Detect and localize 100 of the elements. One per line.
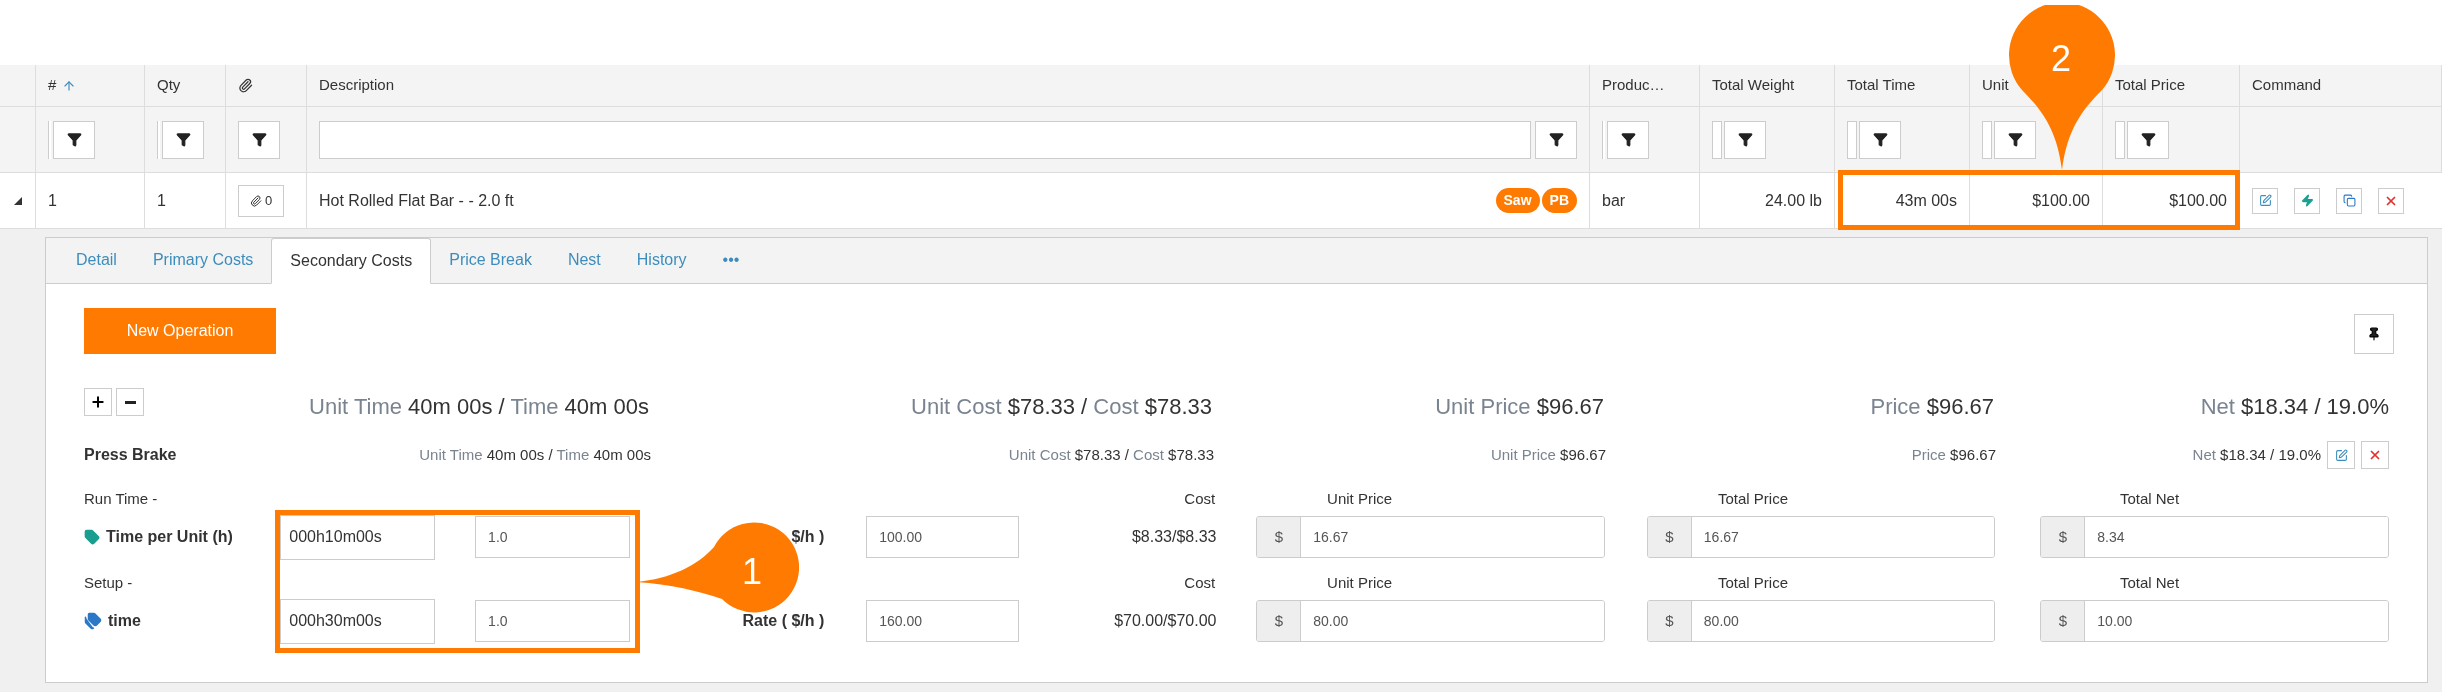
lightning-button[interactable] [2294, 187, 2320, 214]
price-field[interactable]: $ 80.00 [1646, 600, 1996, 642]
column-header[interactable]: Description [319, 74, 395, 97]
cost-value: $8.33/$8.33 [1130, 527, 1217, 547]
cost-value: $70.00/$70.00 [1113, 611, 1217, 631]
summary-text: Unit Price $96.67 [1434, 392, 1604, 421]
filter-icon [1620, 132, 1636, 147]
price-field[interactable]: $ 80.00 [1256, 600, 1605, 642]
pin-icon [2367, 327, 2381, 341]
filter-icon [1548, 132, 1564, 147]
column-header[interactable]: # [48, 74, 77, 97]
summary-text: Price $96.67 [1869, 392, 1994, 421]
description-cell-text: Hot Rolled Flat Bar - - 2.0 ft [319, 190, 514, 211]
operation-name: Press Brake [84, 445, 178, 465]
edit-icon [2258, 194, 2272, 207]
collapse-all-button[interactable] [116, 388, 144, 416]
row-number: 1 [48, 190, 57, 211]
filter-button[interactable] [1724, 120, 1766, 159]
price-field[interactable]: $ 8.34 [2040, 516, 2389, 558]
process-tag: PB [1541, 188, 1577, 213]
cost-name: time [108, 611, 141, 631]
copy-icon [2342, 194, 2356, 207]
quantity-cell-text: 1 [157, 190, 166, 211]
time-field[interactable]: 000h30m00s [280, 598, 436, 644]
close-icon [2368, 448, 2382, 462]
total-net-label: Total Net [2118, 572, 2181, 593]
tags-icon [84, 612, 102, 630]
edit-button[interactable] [2327, 441, 2355, 469]
summary-text: Unit Time 40m 00s / Time 40m 00s [418, 444, 651, 465]
time-field[interactable]: 000h10m00s [280, 514, 436, 560]
pin-button[interactable] [2354, 314, 2394, 354]
copy-button[interactable] [2336, 187, 2362, 214]
summary-text: Unit Time 40m 00s / Time 40m 00s [308, 392, 649, 421]
filter-icon [2140, 132, 2156, 147]
attachments-button[interactable]: 0 [238, 184, 284, 217]
column-header[interactable]: Command [2252, 74, 2322, 97]
price-field[interactable]: $ 16.67 [1256, 516, 1605, 558]
weight-cell-text: 24.00 lb [1765, 190, 1822, 211]
filter-field[interactable] [157, 120, 160, 159]
total-price-cell-text: $100.00 [2169, 190, 2227, 211]
minus-icon [124, 400, 136, 404]
filter-field[interactable] [319, 120, 1531, 159]
cost-name: Time per Unit (h) [106, 527, 233, 547]
column-header[interactable]: Total Price [2115, 74, 2186, 97]
filter-icon [2007, 132, 2023, 147]
collapse-icon[interactable] [13, 196, 22, 205]
summary-text: Price $96.67 [1910, 444, 1996, 465]
summary-text: Unit Cost $78.33 / Cost $78.33 [1007, 444, 1214, 465]
filter-field[interactable] [2115, 120, 2125, 159]
column-header[interactable]: Produc… [1602, 74, 1665, 97]
rate-field[interactable]: 100.00 [866, 516, 1020, 558]
total-price-label: Total Price [1717, 572, 1789, 593]
edit-button[interactable] [2252, 187, 2278, 214]
tab[interactable]: Secondary Costs [271, 238, 432, 284]
filter-field[interactable] [1847, 120, 1857, 159]
product-cell-text: bar [1602, 190, 1626, 211]
column-header[interactable]: Unit [1982, 74, 2009, 97]
delete-button[interactable] [2378, 187, 2404, 214]
edit-icon [2334, 448, 2348, 462]
unit-price-label: Unit Price [1326, 572, 1394, 593]
callout-number: 1 [742, 550, 763, 594]
unit-price-cell-text: $100.00 [2032, 190, 2090, 211]
quantity-field[interactable]: 1.0 [475, 516, 631, 558]
filter-button[interactable] [1535, 120, 1577, 159]
summary-text: Unit Price $96.67 [1489, 444, 1606, 465]
filter-field[interactable] [1712, 120, 1722, 159]
filter-field[interactable] [48, 120, 51, 159]
summary-text: Net $18.34 / 19.0% [2191, 444, 2321, 465]
delete-button[interactable] [2361, 441, 2389, 469]
rate-field[interactable]: 160.00 [866, 600, 1020, 642]
sort-icon [62, 78, 77, 93]
filter-field[interactable] [1982, 120, 1992, 159]
quantity-field[interactable]: 1.0 [475, 600, 631, 642]
summary-text: Net $18.34 / 19.0% [2199, 392, 2389, 421]
section-label: Setup - [84, 572, 134, 593]
column-header[interactable]: Total Weight [1712, 74, 1795, 97]
filter-field[interactable] [1602, 120, 1605, 159]
lightning-icon [2300, 194, 2314, 207]
total-net-label: Total Net [2118, 488, 2181, 509]
filter-button[interactable] [1607, 120, 1649, 159]
price-field[interactable]: $ 16.67 [1646, 516, 1996, 558]
filter-icon [1872, 132, 1888, 147]
filter-button[interactable] [238, 120, 280, 159]
column-header[interactable]: Qty [157, 74, 181, 97]
rate-label: Rate ( $/h ) [741, 611, 825, 631]
column-header[interactable]: Total Time [1847, 74, 1916, 97]
tag-icon [84, 529, 100, 545]
expand-all-button[interactable] [84, 388, 112, 416]
filter-button[interactable] [162, 120, 204, 159]
time-cell-text: 43m 00s [1895, 190, 1957, 211]
total-price-label: Total Price [1717, 488, 1789, 509]
filter-icon [251, 132, 267, 147]
price-field[interactable]: $ 10.00 [2040, 600, 2389, 642]
filter-button[interactable] [2127, 120, 2169, 159]
filter-button[interactable] [1859, 120, 1901, 159]
column-header[interactable] [238, 78, 253, 93]
filter-button[interactable] [53, 120, 95, 159]
unit-price-label: Unit Price [1326, 488, 1394, 509]
filter-button[interactable] [1994, 120, 2036, 159]
section-label: Run Time - [84, 488, 159, 509]
